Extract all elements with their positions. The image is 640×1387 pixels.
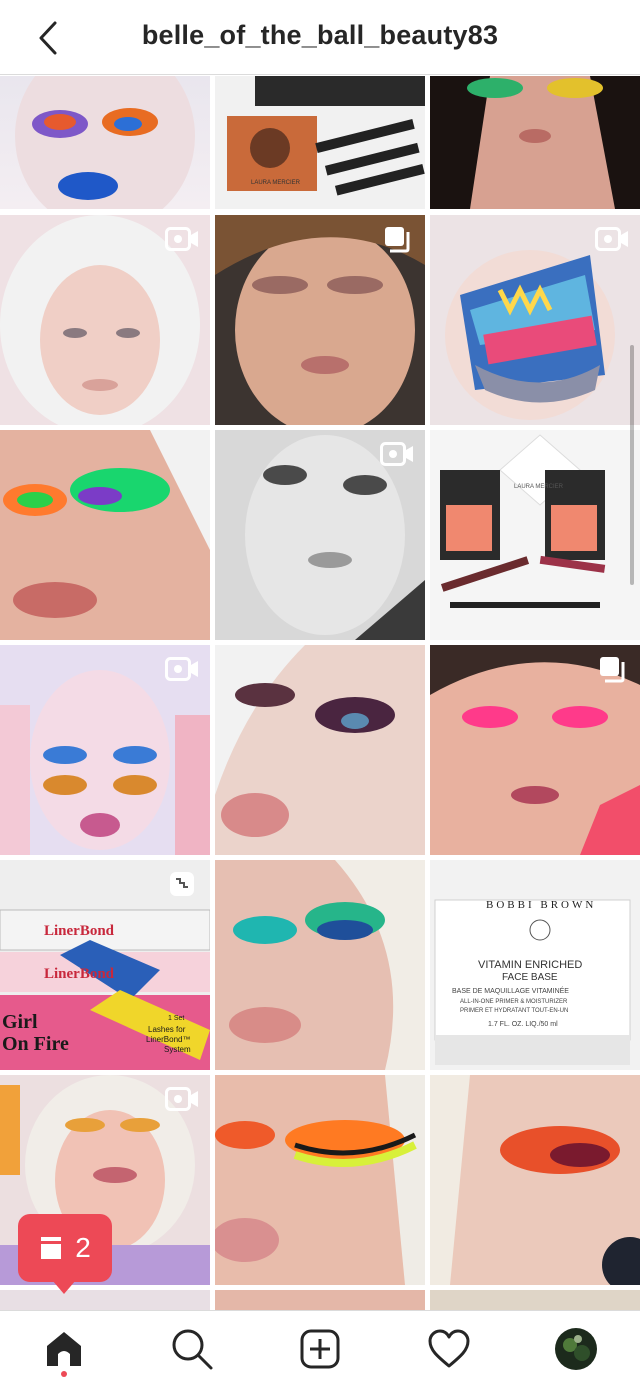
svg-text:ALL-IN-ONE PRIMER & MOISTURIZE: ALL-IN-ONE PRIMER & MOISTURIZER bbox=[460, 999, 568, 1005]
grid-post[interactable] bbox=[215, 430, 425, 640]
video-icon bbox=[379, 440, 415, 468]
carousel-icon bbox=[379, 225, 415, 253]
home-icon bbox=[47, 1332, 81, 1366]
new-posts-notification[interactable]: 2 bbox=[18, 1214, 112, 1282]
svg-text:LAURA MERCIER: LAURA MERCIER bbox=[514, 484, 564, 490]
svg-text:1 Set: 1 Set bbox=[168, 1015, 184, 1022]
search-icon bbox=[172, 1329, 213, 1370]
notification-pointer bbox=[52, 1280, 76, 1294]
svg-text:BOBBI BROWN: BOBBI BROWN bbox=[486, 899, 596, 911]
svg-text:LinerBond: LinerBond bbox=[44, 923, 115, 939]
profile-username: belle_of_the_ball_beauty83 bbox=[141, 20, 499, 50]
svg-text:VITAMIN ENRICHED: VITAMIN ENRICHED bbox=[478, 959, 582, 971]
new-post-icon bbox=[300, 1329, 340, 1369]
svg-text:FACE BASE: FACE BASE bbox=[502, 972, 558, 983]
posts-stack-icon bbox=[41, 1237, 62, 1259]
svg-text:On Fire: On Fire bbox=[2, 1033, 69, 1055]
carousel-icon bbox=[594, 655, 630, 683]
top-bar: belle_of_the_ball_beauty83 bbox=[0, 0, 640, 75]
nav-new-post[interactable] bbox=[296, 1325, 344, 1373]
grid-post[interactable] bbox=[215, 860, 425, 1070]
grid-post[interactable] bbox=[0, 76, 210, 209]
activity-heart-icon bbox=[428, 1329, 470, 1368]
grid-post[interactable] bbox=[430, 1075, 640, 1285]
scrollbar[interactable] bbox=[630, 345, 634, 585]
svg-text:PRIMER ET HYDRATANT TOUT-EN-UN: PRIMER ET HYDRATANT TOUT-EN-UN bbox=[460, 1008, 568, 1014]
video-icon bbox=[594, 225, 630, 253]
grid-post[interactable] bbox=[430, 1290, 640, 1310]
nav-activity[interactable] bbox=[425, 1325, 473, 1373]
svg-text:System: System bbox=[164, 1045, 191, 1054]
grid-post[interactable] bbox=[0, 430, 210, 640]
bottom-nav bbox=[0, 1310, 640, 1387]
grid-post[interactable] bbox=[215, 1290, 425, 1310]
svg-text:LAURA MERCIER: LAURA MERCIER bbox=[251, 180, 301, 186]
svg-text:Lashes for: Lashes for bbox=[148, 1025, 186, 1034]
nav-profile[interactable] bbox=[552, 1325, 600, 1373]
grid-post[interactable] bbox=[0, 1290, 210, 1310]
svg-text:LinerBond: LinerBond bbox=[44, 966, 115, 982]
svg-text:Girl: Girl bbox=[2, 1011, 38, 1033]
posts-grid: LAURA MERCIER LAURA MERCIER LinerBond Li… bbox=[0, 76, 640, 1310]
grid-post[interactable] bbox=[430, 76, 640, 209]
nav-home[interactable] bbox=[40, 1325, 88, 1373]
grid-post[interactable]: LinerBond LinerBond Girl On Fire 1 Set L… bbox=[0, 860, 210, 1070]
notification-count: 2 bbox=[75, 1232, 91, 1263]
grid-post[interactable] bbox=[0, 645, 210, 855]
video-icon bbox=[164, 655, 200, 683]
svg-text:BASE DE MAQUILLAGE VITAMINÉE: BASE DE MAQUILLAGE VITAMINÉE bbox=[452, 986, 569, 995]
grid-post[interactable]: LAURA MERCIER bbox=[215, 76, 425, 209]
grid-post[interactable] bbox=[430, 215, 640, 425]
grid-post[interactable]: LAURA MERCIER bbox=[430, 430, 640, 640]
home-active-dot bbox=[61, 1371, 67, 1377]
grid-post[interactable] bbox=[215, 215, 425, 425]
grid-post[interactable] bbox=[215, 1075, 425, 1285]
grid-post[interactable] bbox=[0, 215, 210, 425]
reel-icon bbox=[164, 870, 200, 898]
nav-search[interactable] bbox=[168, 1325, 216, 1373]
grid-post[interactable] bbox=[430, 645, 640, 855]
video-icon bbox=[164, 1085, 200, 1113]
profile-avatar-icon bbox=[555, 1328, 597, 1370]
svg-text:LinerBond™: LinerBond™ bbox=[146, 1035, 190, 1044]
video-icon bbox=[164, 225, 200, 253]
svg-text:1.7 FL. OZ. LIQ./50 ml: 1.7 FL. OZ. LIQ./50 ml bbox=[488, 1021, 558, 1028]
grid-post[interactable]: BOBBI BROWN VITAMIN ENRICHED FACE BASE B… bbox=[430, 860, 640, 1070]
grid-post[interactable] bbox=[215, 645, 425, 855]
